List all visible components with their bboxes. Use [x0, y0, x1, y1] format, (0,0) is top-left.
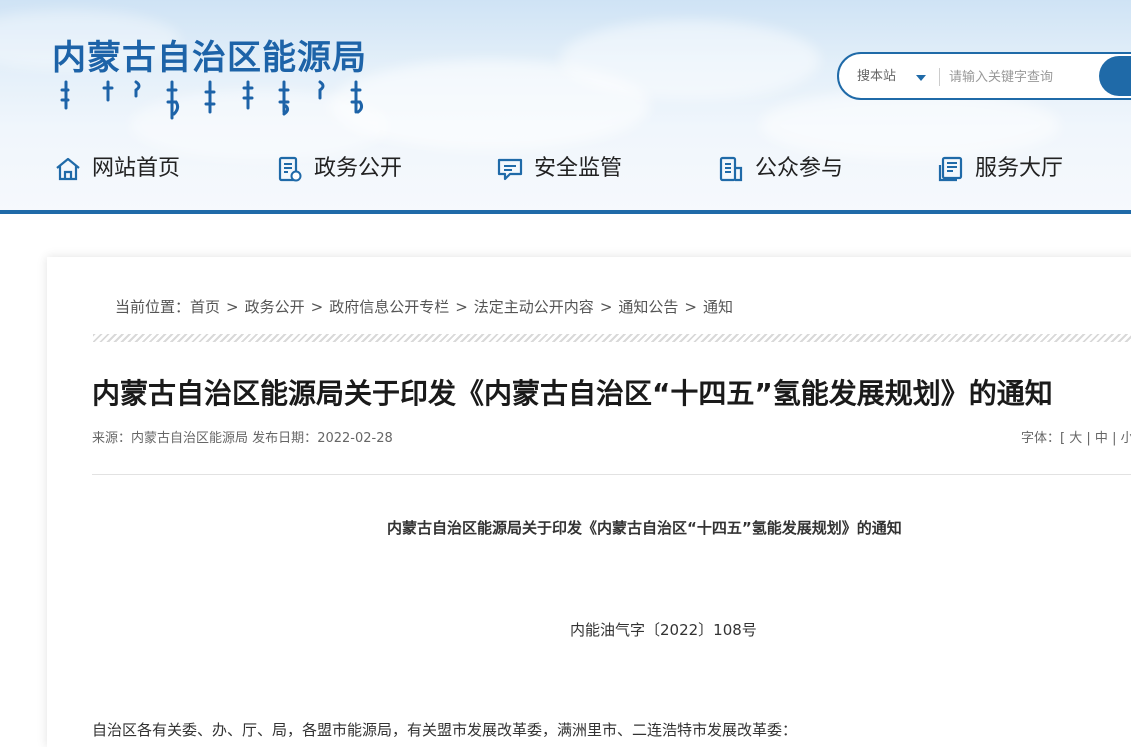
font-size-switcher: 字体：[ 大 | 中 | 小	[1021, 430, 1131, 448]
breadcrumb-item-announcements[interactable]: 通知公告	[618, 298, 678, 316]
site-header: 内蒙古自治区能源局 搜本站 网站首页	[0, 0, 1131, 214]
breadcrumb: 当前位置：首页 > 政务公开 > 政府信息公开专栏 > 法定主动公开内容 > 通知公告 > 通知	[115, 297, 733, 317]
breadcrumb-separator: >	[684, 298, 697, 316]
site-logo-title[interactable]: 内蒙古自治区能源局	[52, 36, 367, 80]
nav-item-service-hall[interactable]: 服务大厅	[937, 150, 1063, 188]
nav-label: 公众参与	[755, 156, 844, 181]
document-body-line: 自治区各有关委、办、厅、局，各盟市能源局，有关盟市发展改革委，满洲里市、二连浩特…	[92, 721, 798, 739]
header-cloud	[560, 20, 820, 100]
breadcrumb-separator: >	[310, 298, 324, 316]
nav-item-gov-affairs[interactable]: 政务公开	[276, 150, 402, 188]
nav-label: 网站首页	[92, 156, 181, 181]
font-size-large[interactable]: 大	[1069, 431, 1082, 446]
nav-item-public[interactable]: 公众参与	[717, 150, 843, 188]
nav-label: 服务大厅	[975, 156, 1064, 181]
source-label: 来源：	[92, 431, 132, 446]
breadcrumb-separator: >	[455, 298, 468, 316]
document-number: 内能油气字〔2022〕108号	[570, 621, 757, 639]
breadcrumb-prefix: 当前位置：	[115, 298, 191, 316]
search-divider	[939, 68, 940, 86]
breadcrumb-item-mandatory-content[interactable]: 法定主动公开内容	[474, 298, 594, 316]
font-size-small[interactable]: 小	[1121, 431, 1131, 446]
breadcrumb-separator: >	[599, 298, 613, 316]
font-size-label: 字体：	[1021, 431, 1061, 446]
breadcrumb-item-gov-affairs[interactable]: 政务公开	[245, 298, 305, 316]
nav-label: 安全监管	[534, 156, 623, 181]
meta-divider	[92, 474, 1131, 475]
article-card: 当前位置：首页 > 政务公开 > 政府信息公开专栏 > 法定主动公开内容 > 通知公告 > 通知 内…	[47, 257, 1131, 747]
font-size-separator: |	[1086, 431, 1091, 446]
breadcrumb-item-info-column[interactable]: 政府信息公开专栏	[329, 298, 449, 316]
font-size-separator: |	[1112, 431, 1117, 446]
date-label: 发布日期：	[252, 431, 318, 446]
nav-item-home[interactable]: 网站首页	[54, 150, 180, 188]
mongolian-script-logo	[60, 80, 364, 120]
document-icon	[278, 156, 302, 182]
breadcrumb-item-home[interactable]: 首页	[190, 298, 220, 316]
search-button[interactable]	[1099, 56, 1131, 96]
publish-date: 2022-02-28	[317, 431, 393, 446]
striped-divider	[93, 334, 1131, 342]
nav-label: 政务公开	[314, 156, 403, 181]
search-input[interactable]	[949, 64, 1099, 90]
site-search: 搜本站	[837, 52, 1131, 100]
breadcrumb-separator: >	[226, 298, 239, 316]
nav-item-safety[interactable]: 安全监管	[496, 150, 622, 188]
chat-icon	[497, 158, 523, 181]
chevron-down-icon[interactable]	[916, 75, 926, 81]
font-size-medium[interactable]: 中	[1095, 431, 1108, 446]
article-meta: 来源：内蒙古自治区能源局 发布日期：2022-02-28	[92, 430, 393, 448]
source-value: 内蒙古自治区能源局	[131, 431, 249, 446]
breadcrumb-item-notice[interactable]: 通知	[703, 298, 733, 316]
home-icon	[56, 157, 80, 181]
search-scope-select[interactable]: 搜本站	[857, 68, 896, 86]
service-icon	[938, 156, 963, 182]
document-heading: 内蒙古自治区能源局关于印发《内蒙古自治区“十四五”氢能发展规划》的通知	[387, 519, 902, 537]
article-title: 内蒙古自治区能源局关于印发《内蒙古自治区“十四五”氢能发展规划》的通知	[92, 377, 1053, 410]
font-size-bracket: [	[1060, 431, 1066, 446]
clipboard-icon	[719, 156, 743, 182]
